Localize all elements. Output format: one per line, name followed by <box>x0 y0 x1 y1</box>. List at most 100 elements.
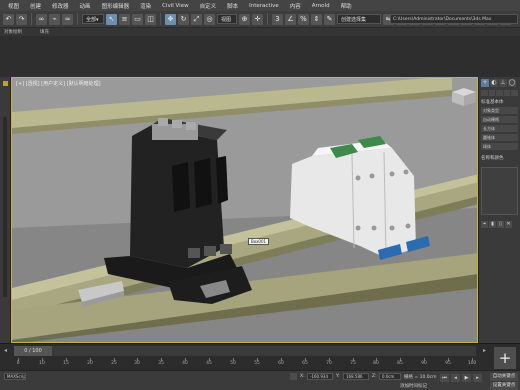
menu-item-create[interactable]: 创建 <box>30 2 41 10</box>
hierarchy-tab-icon[interactable]: ⊥ <box>499 79 507 87</box>
next-frame-icon[interactable]: ▸ <box>483 347 486 354</box>
x-coordinate-field[interactable]: -160.934 <box>307 373 333 380</box>
edit-named-selection-icon[interactable]: ✎ <box>324 13 335 25</box>
y-coordinate-field[interactable]: 168.586 <box>343 373 369 380</box>
grid-size-label: 栅格 = 10.0cm <box>404 375 437 380</box>
snap-toggle-icon[interactable]: 3 <box>272 13 283 25</box>
menu-item-help[interactable]: 帮助 <box>341 2 352 10</box>
panel-icon-row: ⌖ ▮ ▯ ✕ <box>479 219 520 230</box>
list-item[interactable]: 对象类型 <box>481 107 518 114</box>
z-coord-label: Z: <box>372 374 377 379</box>
layout-tab-icon[interactable] <box>2 81 8 86</box>
terminal-clamp-hole <box>220 244 232 254</box>
menu-item-modifiers[interactable]: 修改器 <box>52 2 69 10</box>
time-slider-track[interactable]: ◂ 0 / 100 ▸ <box>4 346 486 356</box>
ribbon-panel <box>0 36 520 77</box>
create-tab-icon[interactable]: + <box>481 79 489 87</box>
rectangular-selection-icon[interactable]: ▭ <box>132 13 143 25</box>
lights-icon[interactable] <box>496 90 503 96</box>
previous-frame-icon[interactable]: ◂ <box>4 347 7 354</box>
named-selection-set-dropdown[interactable]: 创建选择集 <box>337 14 381 24</box>
placement-icon[interactable]: ◎ <box>204 13 215 25</box>
ruler-tick-label: 35 <box>158 361 164 366</box>
window-crossing-icon[interactable]: ◫ <box>145 13 156 25</box>
add-viewport-icon[interactable]: + <box>494 347 516 369</box>
play-icon[interactable]: ▶ <box>462 374 471 382</box>
menu-item-animation[interactable]: 动画 <box>80 2 91 10</box>
geometry-icon[interactable] <box>481 90 488 96</box>
motion-tab-icon[interactable]: ◯ <box>508 79 516 87</box>
lock-selection-icon[interactable] <box>290 373 297 380</box>
y-coord-label: Y: <box>336 374 340 379</box>
menu-item-interactive[interactable]: Interactive <box>249 3 279 9</box>
primitive-type-dropdown[interactable]: 标准基本体 <box>479 96 520 107</box>
move-icon[interactable]: ✥ <box>165 13 176 25</box>
cameras-icon[interactable] <box>503 90 511 96</box>
auto-key-button[interactable]: 自动关键点 <box>490 373 518 381</box>
pin-stack-icon[interactable]: ⌖ <box>481 221 488 228</box>
redo-icon[interactable]: ↷ <box>16 13 27 25</box>
list-item[interactable]: 圆锥体 <box>481 134 518 141</box>
previous-key-icon[interactable]: ◂ <box>451 374 460 382</box>
menu-item-view[interactable]: 视图 <box>8 2 19 10</box>
shapes-icon[interactable] <box>488 90 496 96</box>
viewport-layout-strip <box>0 77 11 343</box>
scale-icon[interactable]: ⤢ <box>191 13 202 25</box>
name-and-color-heading: 名称和颜色 <box>481 156 504 161</box>
screw-hole <box>355 225 361 231</box>
select-object-icon[interactable]: ↖ <box>106 13 117 25</box>
ruler-tick-label: 100 <box>467 361 477 366</box>
maxscript-listener[interactable]: MAXScript <box>4 373 26 380</box>
helpers-icon[interactable] <box>511 90 518 96</box>
z-coordinate-field[interactable]: 0.0cm <box>379 373 401 380</box>
menu-item-content[interactable]: 内容 <box>290 2 301 10</box>
selection-filter-dropdown[interactable]: 全部▾ <box>82 14 104 24</box>
unlink-icon[interactable]: ⌁ <box>49 13 60 25</box>
menu-item-scripting[interactable]: 脚本 <box>227 2 238 10</box>
select-manipulate-icon[interactable]: ✛ <box>252 13 263 25</box>
toolbar-divider <box>267 13 268 25</box>
perspective-viewport[interactable]: [+] [透视] [用户定义] [默认明暗处理] Box001 <box>11 77 478 343</box>
show-end-result-icon[interactable]: ▮ <box>489 221 496 228</box>
go-to-start-icon[interactable]: ⏮ <box>440 374 449 382</box>
viewport-label[interactable]: [+] [透视] [用户定义] [默认明暗处理] <box>16 80 101 87</box>
add-time-tag-label[interactable]: 添加时间标记 <box>400 383 427 389</box>
remove-modifier-icon[interactable]: ✕ <box>505 221 512 228</box>
menu-item-graph-editors[interactable]: 图形编辑器 <box>102 2 130 10</box>
rotate-icon[interactable]: ↻ <box>178 13 189 25</box>
menu-item-customize[interactable]: 自定义 <box>200 2 217 10</box>
ruler-tick-label: 0 <box>16 361 20 366</box>
make-unique-icon[interactable]: ▯ <box>497 221 504 228</box>
modify-tab-icon[interactable]: ◐ <box>490 79 498 87</box>
select-by-name-icon[interactable]: ≡ <box>119 13 130 25</box>
reference-coordinate-dropdown[interactable]: 视图 <box>217 14 237 24</box>
project-path-field[interactable]: C:\Users\Administrator\Documents\3ds Max <box>390 14 518 24</box>
menu-item-rendering[interactable]: 渲染 <box>140 2 151 10</box>
time-slider[interactable]: 0 / 100 <box>14 346 52 356</box>
list-item[interactable]: 长方体 <box>481 125 518 132</box>
ruler-tick-label: 90 <box>421 361 427 366</box>
percent-snap-icon[interactable]: % <box>298 13 309 25</box>
link-icon[interactable]: ∞ <box>36 13 47 25</box>
scene-explorer-scrollbar[interactable] <box>3 117 7 297</box>
terminal-slot <box>172 162 190 212</box>
next-key-icon[interactable]: ▸ <box>473 374 482 382</box>
ribbon-tab-populate[interactable]: 填充 <box>40 29 49 35</box>
list-item[interactable]: 自动栅格 <box>481 116 518 123</box>
terminal-slot <box>216 156 228 204</box>
undo-icon[interactable]: ↶ <box>3 13 14 25</box>
menu-item-arnold[interactable]: Arnold <box>312 3 330 9</box>
angle-snap-icon[interactable]: ∠ <box>285 13 296 25</box>
spinner-snap-icon[interactable]: ⇕ <box>311 13 322 25</box>
create-category-tabs <box>479 90 520 96</box>
toolbar-divider <box>160 13 161 25</box>
frame-ruler[interactable]: 0 10 15 20 25 30 35 40 45 50 55 60 65 70 75 80 85 90 95 100 <box>14 358 476 370</box>
list-item[interactable]: 球体 <box>481 143 518 150</box>
pivot-center-icon[interactable]: ⊕ <box>239 13 250 25</box>
ruler-tick-label: 45 <box>206 361 212 366</box>
set-key-button[interactable]: 设置关键点 <box>490 382 518 390</box>
bind-space-warp-icon[interactable]: ≈ <box>62 13 73 25</box>
ribbon-tab-object-paint[interactable]: 对象绘制 <box>4 29 22 35</box>
toolbar-divider <box>31 13 32 25</box>
menu-item-civil-view[interactable]: Civil View <box>162 3 188 9</box>
